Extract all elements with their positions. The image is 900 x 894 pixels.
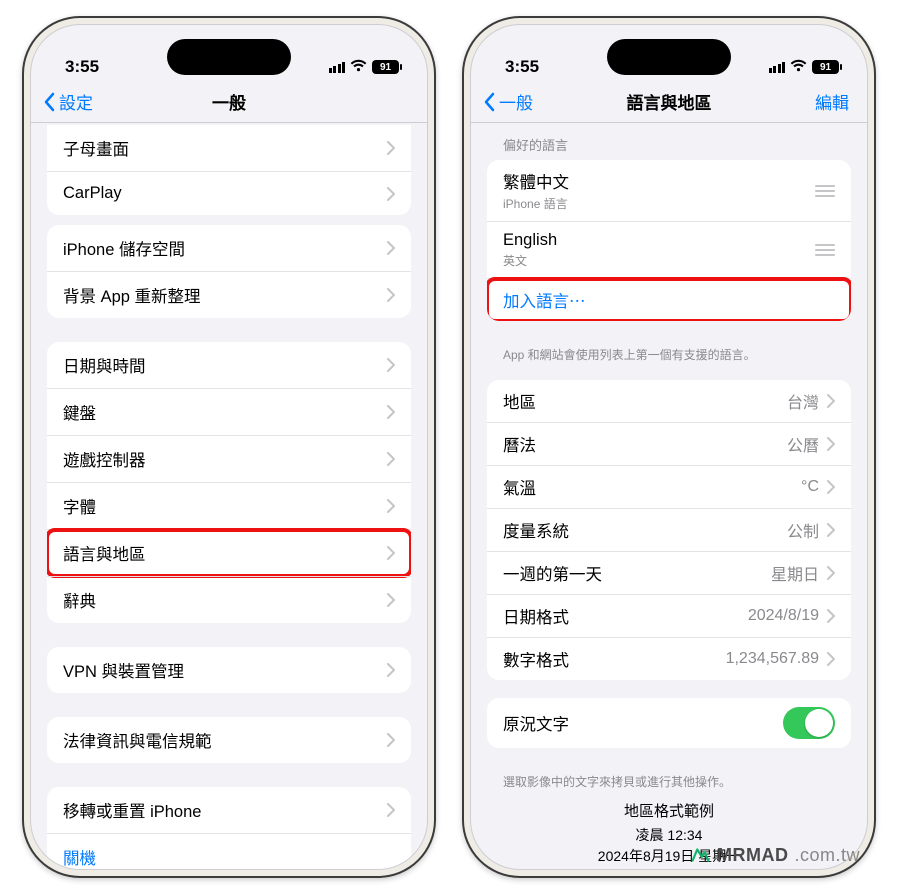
chevron-right-icon — [827, 437, 835, 451]
lang-footer: App 和網站會使用列表上第一個有支援的語言。 — [471, 339, 867, 368]
watermark: MRMAD.com.tw — [689, 844, 860, 866]
row-carplay[interactable]: CarPlay — [47, 171, 411, 215]
chevron-right-icon — [827, 609, 835, 623]
chevron-right-icon — [387, 187, 395, 201]
row-measurement[interactable]: 度量系統 公制 — [487, 508, 851, 551]
signal-icon — [769, 62, 786, 73]
row-game-controller[interactable]: 遊戲控制器 — [47, 435, 411, 482]
dynamic-island — [607, 39, 731, 75]
row-legal[interactable]: 法律資訊與電信規範 — [47, 717, 411, 763]
watermark-logo-icon — [689, 844, 711, 866]
group-display: 子母畫面 CarPlay — [47, 125, 411, 215]
screen-left: 3:55 91 設定 一般 — [30, 24, 428, 870]
row-dictionary[interactable]: 辭典 — [47, 576, 411, 623]
nav-bar: 一般 語言與地區 編輯 — [471, 81, 867, 123]
back-button[interactable]: 一般 — [481, 89, 533, 114]
chevron-right-icon — [387, 241, 395, 255]
chevron-right-icon — [827, 480, 835, 494]
edit-button[interactable]: 編輯 — [815, 89, 849, 114]
row-bg-refresh[interactable]: 背景 App 重新整理 — [47, 271, 411, 318]
row-language-region[interactable]: 語言與地區 — [47, 529, 411, 576]
chevron-right-icon — [387, 141, 395, 155]
chevron-right-icon — [387, 405, 395, 419]
row-storage[interactable]: iPhone 儲存空間 — [47, 225, 411, 271]
chevron-right-icon — [387, 358, 395, 372]
reorder-handle-icon[interactable] — [815, 244, 835, 256]
group-region-settings: 地區 台灣 曆法 公曆 氣溫 °C 度量系統 公制 — [487, 380, 851, 680]
row-first-day[interactable]: 一週的第一天 星期日 — [487, 551, 851, 594]
row-date-format[interactable]: 日期格式 2024/8/19 — [487, 594, 851, 637]
row-lang-zh[interactable]: 繁體中文 iPhone 語言 — [487, 160, 851, 221]
page-title: 一般 — [212, 89, 246, 114]
status-time: 3:55 — [505, 57, 539, 77]
phone-frame-left: 3:55 91 設定 一般 — [22, 16, 436, 878]
chevron-right-icon — [827, 566, 835, 580]
wifi-icon — [790, 57, 807, 77]
group-vpn: VPN 與裝置管理 — [47, 647, 411, 693]
page-title: 語言與地區 — [627, 89, 712, 114]
row-transfer-reset[interactable]: 移轉或重置 iPhone — [47, 787, 411, 833]
group-storage: iPhone 儲存空間 背景 App 重新整理 — [47, 225, 411, 318]
back-label: 一般 — [499, 89, 533, 114]
row-date-time[interactable]: 日期與時間 — [47, 342, 411, 388]
row-calendar[interactable]: 曆法 公曆 — [487, 422, 851, 465]
chevron-right-icon — [387, 803, 395, 817]
chevron-right-icon — [387, 663, 395, 677]
group-live-text: 原況文字 — [487, 698, 851, 748]
chevron-left-icon — [41, 92, 57, 112]
chevron-right-icon — [827, 523, 835, 537]
row-lang-en[interactable]: English 英文 — [487, 221, 851, 278]
group-legal: 法律資訊與電信規範 — [47, 717, 411, 763]
row-live-text[interactable]: 原況文字 — [487, 698, 851, 748]
chevron-right-icon — [827, 394, 835, 408]
chevron-right-icon — [387, 288, 395, 302]
row-vpn[interactable]: VPN 與裝置管理 — [47, 647, 411, 693]
group-system: 日期與時間 鍵盤 遊戲控制器 字體 — [47, 342, 411, 623]
back-label: 設定 — [59, 89, 93, 114]
signal-icon — [329, 62, 346, 73]
status-time: 3:55 — [65, 57, 99, 77]
row-temperature[interactable]: 氣溫 °C — [487, 465, 851, 508]
row-fonts[interactable]: 字體 — [47, 482, 411, 529]
dynamic-island — [167, 39, 291, 75]
row-add-language[interactable]: 加入語言⋯ — [487, 278, 851, 321]
live-text-footer: 選取影像中的文字來拷貝或進行其他操作。 — [471, 766, 867, 795]
nav-bar: 設定 一般 — [31, 81, 427, 123]
row-shutdown[interactable]: 關機 — [47, 833, 411, 869]
battery-icon: 91 — [372, 60, 399, 74]
chevron-right-icon — [387, 733, 395, 747]
wifi-icon — [350, 57, 367, 77]
content-left: 子母畫面 CarPlay iPhone 儲存空間 背景 App 重新整理 — [31, 123, 427, 869]
live-text-toggle[interactable] — [783, 707, 835, 739]
chevron-right-icon — [387, 593, 395, 607]
group-reset: 移轉或重置 iPhone 關機 — [47, 787, 411, 869]
back-button[interactable]: 設定 — [41, 89, 93, 114]
chevron-right-icon — [827, 652, 835, 666]
group-languages: 繁體中文 iPhone 語言 English 英文 加入語言⋯ — [487, 160, 851, 321]
preferred-lang-header: 偏好的語言 — [471, 123, 867, 160]
chevron-right-icon — [387, 546, 395, 560]
row-number-format[interactable]: 數字格式 1,234,567.89 — [487, 637, 851, 680]
reorder-handle-icon[interactable] — [815, 185, 835, 197]
row-keyboard[interactable]: 鍵盤 — [47, 388, 411, 435]
chevron-left-icon — [481, 92, 497, 112]
row-pip[interactable]: 子母畫面 — [47, 125, 411, 171]
chevron-right-icon — [387, 452, 395, 466]
battery-icon: 91 — [812, 60, 839, 74]
content-right: 偏好的語言 繁體中文 iPhone 語言 English 英文 — [471, 123, 867, 869]
chevron-right-icon — [387, 499, 395, 513]
row-region[interactable]: 地區 台灣 — [487, 380, 851, 422]
phone-frame-right: 3:55 91 一般 語言與地區 編輯 — [462, 16, 876, 878]
screen-right: 3:55 91 一般 語言與地區 編輯 — [470, 24, 868, 870]
